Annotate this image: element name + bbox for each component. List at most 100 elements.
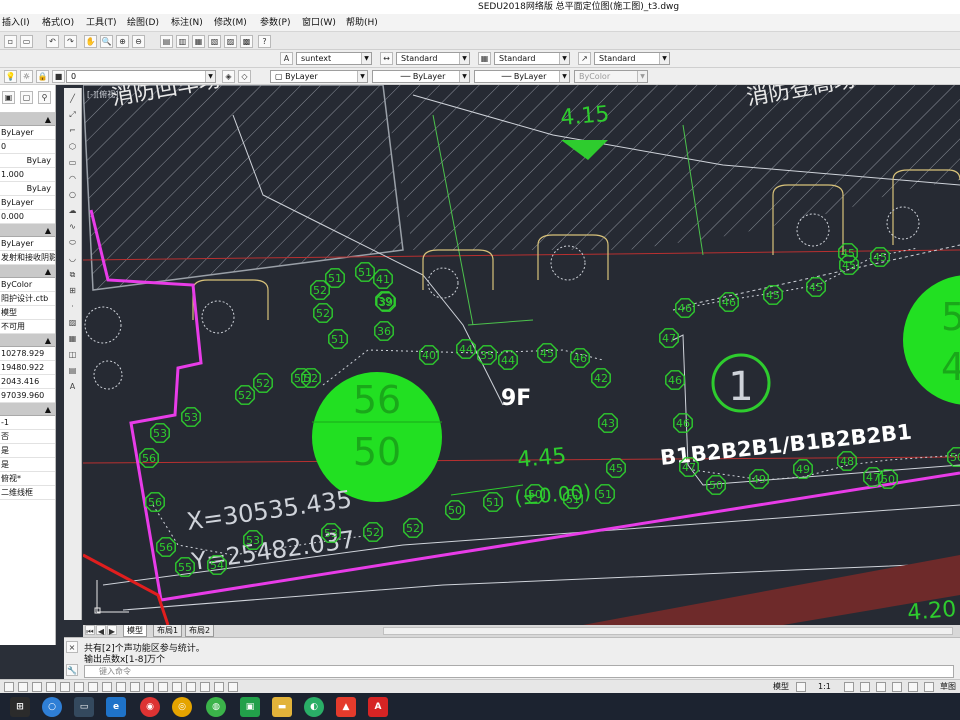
tpy-icon[interactable] xyxy=(130,682,140,692)
gear-icon[interactable] xyxy=(876,682,886,692)
select-objects-icon[interactable]: ▢ xyxy=(20,91,33,104)
model-space-label[interactable]: 模型 xyxy=(773,680,789,693)
dim-style-icon[interactable]: ↔ xyxy=(380,52,393,65)
revision-cloud-icon[interactable]: ☁ xyxy=(66,204,79,217)
tab-prev-icon[interactable]: ◀ xyxy=(96,625,106,636)
prop-material[interactable]: ByLayer xyxy=(0,237,55,251)
menu-draw[interactable]: 绘图(D) xyxy=(127,14,159,32)
section-3d-effects[interactable]: ▲ xyxy=(0,224,55,237)
multiline-text-icon[interactable]: A xyxy=(66,380,79,393)
make-current-layer-icon[interactable]: ◈ xyxy=(222,70,235,83)
open-icon[interactable]: ▭ xyxy=(20,35,33,48)
point-icon[interactable]: · xyxy=(66,300,79,313)
layer-previous-icon[interactable]: ◇ xyxy=(238,70,251,83)
design-center-icon[interactable]: ▥ xyxy=(176,35,189,48)
text-style-select[interactable]: suntext ▼ xyxy=(296,52,372,65)
lwt-icon[interactable] xyxy=(116,682,126,692)
search-icon[interactable]: ○ xyxy=(42,697,62,717)
qp-icon[interactable] xyxy=(144,682,154,692)
otrack-icon[interactable] xyxy=(74,682,84,692)
isolate-objects-icon[interactable] xyxy=(924,682,934,692)
multileader-style-icon[interactable]: ↗ xyxy=(578,52,591,65)
viewport-scale-icon[interactable] xyxy=(796,682,806,692)
table-style-icon[interactable]: ▦ xyxy=(478,52,491,65)
green-app-icon[interactable]: ◍ xyxy=(206,697,226,717)
workspace-label[interactable]: 草图 xyxy=(940,680,956,693)
viewport-control-label[interactable]: [-][俯视] xyxy=(87,89,118,99)
hatch-icon[interactable]: ▨ xyxy=(66,316,79,329)
prop-plot-style[interactable]: ByColor xyxy=(0,278,55,292)
zoom-window-icon[interactable]: ⊕ xyxy=(116,35,129,48)
chrome-icon[interactable]: ◎ xyxy=(172,697,192,717)
multileader-style-select[interactable]: Standard ▼ xyxy=(594,52,670,65)
wechat-work-icon[interactable]: ▣ xyxy=(240,697,260,717)
prop-width[interactable]: 97039.960 xyxy=(0,389,55,403)
pan-icon[interactable]: ✋ xyxy=(84,35,97,48)
ann-icon[interactable] xyxy=(186,682,196,692)
menu-insert[interactable]: 插入(I) xyxy=(2,14,30,32)
prop-center-y[interactable]: 19480.922 xyxy=(0,361,55,375)
lock-icon[interactable]: 🔒 xyxy=(36,70,49,83)
construction-line-icon[interactable]: ⤢ xyxy=(66,108,79,121)
circle-icon[interactable]: ○ xyxy=(66,188,79,201)
netease-icon[interactable]: ◉ xyxy=(140,697,160,717)
prop-ucs-icon-on[interactable]: 否 xyxy=(0,430,55,444)
sheetset-icon[interactable]: ▧ xyxy=(208,35,221,48)
menu-dimension[interactable]: 标注(N) xyxy=(171,14,203,32)
wechat-icon[interactable]: ◐ xyxy=(304,697,324,717)
hardware-accel-icon[interactable] xyxy=(908,682,918,692)
redo-icon[interactable]: ↷ xyxy=(64,35,77,48)
lock-ui-icon[interactable] xyxy=(892,682,902,692)
menu-window[interactable]: 窗口(W) xyxy=(302,14,336,32)
prop-layer[interactable]: 0 xyxy=(0,140,55,154)
close-icon[interactable]: × xyxy=(66,641,78,653)
grid-icon[interactable] xyxy=(18,682,28,692)
spline-icon[interactable]: ∿ xyxy=(66,220,79,233)
am-icon[interactable] xyxy=(172,682,182,692)
sc-icon[interactable] xyxy=(158,682,168,692)
plot-style-select[interactable]: ByColor ▼ xyxy=(574,70,648,83)
horizontal-scrollbar[interactable] xyxy=(383,627,953,635)
undo-icon[interactable]: ↶ xyxy=(46,35,59,48)
tool-palettes-icon[interactable]: ▦ xyxy=(192,35,205,48)
toggle-pickadd-icon[interactable]: ▣ xyxy=(2,91,15,104)
prop-ucs-per-viewport[interactable]: 是 xyxy=(0,458,55,472)
properties-icon[interactable]: ▤ xyxy=(160,35,173,48)
calculator-icon[interactable]: ▩ xyxy=(240,35,253,48)
windows-icon[interactable]: ⊞ xyxy=(10,697,30,717)
annotation-scale-value[interactable]: 1:1 xyxy=(818,680,831,693)
prop-linetype[interactable]: ByLay xyxy=(0,154,55,168)
section-misc[interactable]: ▲ xyxy=(0,403,55,416)
dyn-icon[interactable] xyxy=(102,682,112,692)
prop-height[interactable]: 2043.416 xyxy=(0,375,55,389)
ellipse-arc-icon[interactable]: ◡ xyxy=(66,252,79,265)
prop-lineweight[interactable]: ByLay xyxy=(0,182,55,196)
help-icon[interactable]: ? xyxy=(258,35,271,48)
prop-table-type[interactable]: 不可用 xyxy=(0,320,55,334)
prop-attached-to[interactable]: 模型 xyxy=(0,306,55,320)
insert-block-icon[interactable]: ⧉ xyxy=(66,268,79,281)
section-general[interactable]: ▲ xyxy=(0,113,55,126)
tab-next-icon[interactable]: ▶ xyxy=(107,625,117,636)
layer-select[interactable]: 0 ▼ xyxy=(66,70,216,83)
prop-annotation-scale[interactable]: -1 xyxy=(0,416,55,430)
new-icon[interactable]: ▫ xyxy=(4,35,17,48)
task-view-icon[interactable]: ▭ xyxy=(74,697,94,717)
menu-format[interactable]: 格式(O) xyxy=(42,14,74,32)
table-icon[interactable]: ▤ xyxy=(66,364,79,377)
tab-layout1[interactable]: 布局1 xyxy=(153,625,183,637)
gradient-icon[interactable]: ▦ xyxy=(66,332,79,345)
prop-plot-table[interactable]: 阳护设计.ctb xyxy=(0,292,55,306)
prop-thickness[interactable]: 0.000 xyxy=(0,210,55,224)
prop-transparency[interactable]: ByLayer xyxy=(0,196,55,210)
menu-help[interactable]: 帮助(H) xyxy=(346,14,378,32)
annotation-visibility-icon[interactable] xyxy=(844,682,854,692)
menu-parametric[interactable]: 参数(P) xyxy=(260,14,290,32)
prop-ucs-name[interactable]: 俯视* xyxy=(0,472,55,486)
tab-first-icon[interactable]: ⏮ xyxy=(85,625,95,636)
lineweight-select[interactable]: ── ByLayer ▼ xyxy=(474,70,570,83)
autocad-icon[interactable]: A xyxy=(368,697,388,717)
dim-style-select[interactable]: Standard ▼ xyxy=(396,52,470,65)
autoscale-icon[interactable] xyxy=(860,682,870,692)
color-select[interactable]: ▢ ByLayer ▼ xyxy=(270,70,368,83)
